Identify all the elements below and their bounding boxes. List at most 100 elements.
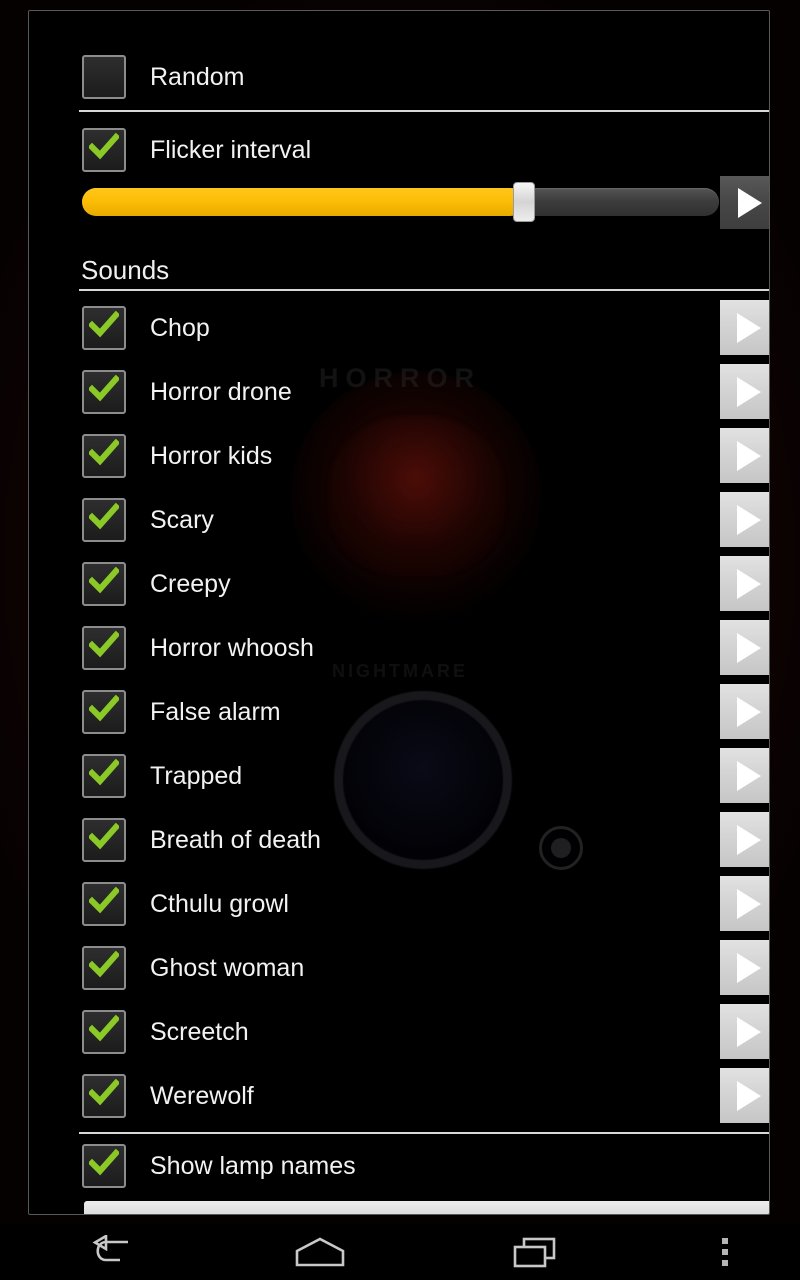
sound-row[interactable]: Horror whoosh	[29, 626, 769, 670]
play-button-sound[interactable]	[720, 620, 769, 675]
bottom-cutoff-button[interactable]	[84, 1201, 769, 1214]
play-button-sound[interactable]	[720, 492, 769, 547]
label-sound: Horror drone	[150, 377, 292, 406]
play-button-sound[interactable]	[720, 300, 769, 355]
play-button-flicker-preview[interactable]	[720, 176, 769, 229]
home-icon	[295, 1237, 345, 1267]
play-icon	[737, 187, 762, 218]
label-sound: Breath of death	[150, 825, 321, 854]
check-icon	[89, 886, 119, 914]
sound-row[interactable]: Ghost woman	[29, 946, 769, 990]
check-icon	[89, 566, 119, 594]
nav-home-button[interactable]	[220, 1224, 420, 1280]
nav-overflow-menu-button[interactable]	[650, 1224, 800, 1280]
divider-2	[79, 289, 769, 291]
label-sound: False alarm	[150, 697, 281, 726]
label-flicker-interval: Flicker interval	[150, 135, 312, 164]
sound-row[interactable]: Werewolf	[29, 1074, 769, 1118]
slider-thumb[interactable]	[512, 182, 535, 222]
play-icon	[737, 568, 761, 599]
play-button-sound[interactable]	[720, 748, 769, 803]
pref-row-show-lamp-names[interactable]: Show lamp names	[29, 1144, 769, 1188]
dialog-content: Random Flicker interval Sounds Chop Horr…	[29, 11, 769, 1214]
checkbox-sound[interactable]	[82, 882, 126, 926]
nav-back-button[interactable]	[0, 1224, 220, 1280]
sound-row[interactable]: Chop	[29, 306, 769, 350]
label-random: Random	[150, 62, 245, 91]
android-navigation-bar	[0, 1224, 800, 1280]
sound-row[interactable]: Trapped	[29, 754, 769, 798]
checkbox-sound[interactable]	[82, 1010, 126, 1054]
sound-row[interactable]: Breath of death	[29, 818, 769, 862]
play-icon	[737, 760, 761, 791]
section-header-sounds: Sounds	[81, 255, 170, 285]
sound-row[interactable]: Scary	[29, 498, 769, 542]
checkbox-show-lamp-names[interactable]	[82, 1144, 126, 1188]
check-icon	[89, 1014, 119, 1042]
check-icon	[89, 950, 119, 978]
check-icon	[89, 1078, 119, 1106]
label-show-lamp-names: Show lamp names	[150, 1151, 356, 1180]
play-button-sound[interactable]	[720, 364, 769, 419]
label-sound: Trapped	[150, 761, 243, 790]
divider-3	[79, 1132, 769, 1134]
sound-row[interactable]: Creepy	[29, 562, 769, 606]
sound-row[interactable]: Screetch	[29, 1010, 769, 1054]
checkbox-sound[interactable]	[82, 434, 126, 478]
checkbox-sound[interactable]	[82, 690, 126, 734]
play-icon	[737, 952, 761, 983]
checkbox-sound[interactable]	[82, 1074, 126, 1118]
play-icon	[737, 504, 761, 535]
check-icon	[89, 438, 119, 466]
sound-row[interactable]: Horror kids	[29, 434, 769, 478]
checkbox-sound[interactable]	[82, 754, 126, 798]
check-icon	[89, 758, 119, 786]
play-icon	[737, 312, 761, 343]
sound-row[interactable]: False alarm	[29, 690, 769, 734]
sound-row[interactable]: Cthulu growl	[29, 882, 769, 926]
flicker-interval-slider[interactable]	[82, 182, 719, 222]
label-sound: Ghost woman	[150, 953, 305, 982]
play-button-sound[interactable]	[720, 940, 769, 995]
play-icon	[737, 888, 761, 919]
check-icon	[89, 310, 119, 338]
check-icon	[89, 630, 119, 658]
play-button-sound[interactable]	[720, 684, 769, 739]
play-button-sound[interactable]	[720, 1068, 769, 1123]
overflow-menu-icon	[722, 1238, 728, 1266]
play-icon	[737, 1016, 761, 1047]
check-icon	[89, 502, 119, 530]
play-button-sound[interactable]	[720, 812, 769, 867]
slider-fill	[82, 188, 524, 216]
checkbox-sound[interactable]	[82, 562, 126, 606]
checkbox-sound[interactable]	[82, 946, 126, 990]
play-icon	[737, 376, 761, 407]
play-button-sound[interactable]	[720, 556, 769, 611]
play-icon	[737, 1080, 761, 1111]
checkbox-sound[interactable]	[82, 498, 126, 542]
play-icon	[737, 440, 761, 471]
play-icon	[737, 632, 761, 663]
checkbox-sound[interactable]	[82, 306, 126, 350]
settings-dialog: HORROR NIGHTMARE Random Flicker interval…	[28, 10, 770, 1215]
checkbox-sound[interactable]	[82, 626, 126, 670]
play-button-sound[interactable]	[720, 428, 769, 483]
pref-row-random[interactable]: Random	[29, 55, 769, 99]
play-button-sound[interactable]	[720, 876, 769, 931]
nav-recents-button[interactable]	[420, 1224, 650, 1280]
device-screen: HORROR NIGHTMARE Random Flicker interval…	[0, 0, 800, 1280]
label-sound: Horror whoosh	[150, 633, 314, 662]
label-sound: Scary	[150, 505, 214, 534]
label-sound: Cthulu growl	[150, 889, 289, 918]
checkbox-sound[interactable]	[82, 818, 126, 862]
play-icon	[737, 696, 761, 727]
sound-row[interactable]: Horror drone	[29, 370, 769, 414]
checkbox-flicker-interval[interactable]	[82, 128, 126, 172]
checkbox-random[interactable]	[82, 55, 126, 99]
pref-row-flicker-interval[interactable]: Flicker interval	[29, 128, 769, 172]
play-button-sound[interactable]	[720, 1004, 769, 1059]
label-sound: Chop	[150, 313, 210, 342]
play-icon	[737, 824, 761, 855]
checkbox-sound[interactable]	[82, 370, 126, 414]
label-sound: Creepy	[150, 569, 231, 598]
